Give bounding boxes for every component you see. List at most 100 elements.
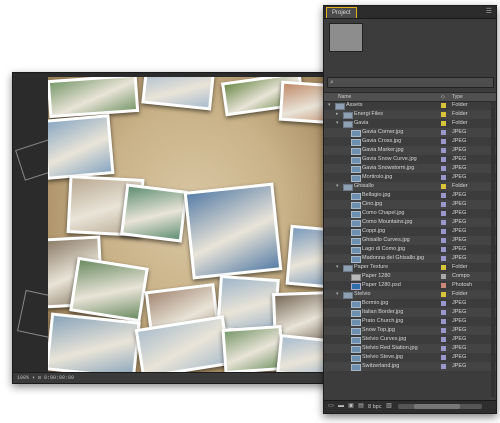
- label-color-swatch[interactable]: [441, 337, 446, 342]
- file-row[interactable]: Coppi.jpg JPEG: [324, 227, 496, 236]
- panel-menu-icon[interactable]: ☰: [486, 7, 492, 17]
- photo-image: [138, 318, 228, 372]
- label-color-swatch[interactable]: [441, 184, 446, 189]
- label-color-swatch[interactable]: [441, 130, 446, 135]
- folder-row[interactable]: ▾ Paper Texture Folder: [324, 263, 496, 272]
- file-row[interactable]: Madonna del Ghisallo.jpg JPEG: [324, 254, 496, 263]
- label-color-swatch[interactable]: [441, 103, 446, 108]
- label-color-swatch[interactable]: [441, 238, 446, 243]
- label-color-swatch[interactable]: [441, 121, 446, 126]
- label-color-swatch[interactable]: [441, 319, 446, 324]
- collage-photo[interactable]: [120, 183, 188, 243]
- disclosure-triangle-icon[interactable]: ▾: [336, 290, 339, 299]
- trash-icon[interactable]: ▥: [385, 403, 393, 410]
- collage-photo[interactable]: [183, 182, 283, 280]
- file-row[interactable]: Gavia Snowstorm.jpg JPEG: [324, 164, 496, 173]
- item-name: Stelvio Red Station.jpg: [362, 345, 418, 351]
- folder-row[interactable]: ▾ Ghisallo Folder: [324, 182, 496, 191]
- file-row[interactable]: Bormio.jpg JPEG: [324, 299, 496, 308]
- item-name: Switzerland.jpg: [362, 363, 400, 369]
- image-file-icon: [351, 175, 361, 182]
- label-color-swatch[interactable]: [441, 364, 446, 369]
- label-color-swatch[interactable]: [441, 148, 446, 153]
- file-row[interactable]: Paper 1280.psd Photosh: [324, 281, 496, 290]
- interpret-footage-icon[interactable]: ▭: [327, 403, 335, 410]
- new-composition-icon[interactable]: ▣: [347, 403, 355, 410]
- scrollbar-thumb[interactable]: [414, 404, 460, 409]
- disclosure-triangle-icon[interactable]: ▾: [336, 182, 339, 191]
- tab-project[interactable]: Project: [326, 7, 357, 18]
- horizontal-scrollbar[interactable]: [398, 404, 482, 409]
- file-row[interactable]: Como Chapel.jpg JPEG: [324, 209, 496, 218]
- item-type: JPEG: [452, 165, 467, 171]
- label-color-swatch[interactable]: [441, 247, 446, 252]
- collage-photo[interactable]: [48, 312, 141, 372]
- composition-canvas[interactable]: [48, 77, 338, 372]
- file-row[interactable]: Snow Top.jpg JPEG: [324, 326, 496, 335]
- label-color-swatch[interactable]: [441, 112, 446, 117]
- disclosure-triangle-icon[interactable]: ▾: [336, 119, 339, 128]
- composition-viewer[interactable]: 100% ▾ ⊡ 0:00:00:00: [12, 72, 338, 384]
- collage-photo[interactable]: [221, 324, 285, 372]
- folder-row[interactable]: ▾ Stelvio Folder: [324, 290, 496, 299]
- file-row[interactable]: Paper 1280 Compo: [324, 272, 496, 281]
- label-color-swatch[interactable]: [441, 265, 446, 270]
- file-row[interactable]: Stelvio Steve.jpg JPEG: [324, 353, 496, 362]
- label-color-swatch[interactable]: [441, 256, 446, 261]
- file-row[interactable]: Gavia Snow Curve.jpg JPEG: [324, 155, 496, 164]
- vertical-scrollbar[interactable]: [491, 101, 495, 397]
- label-color-swatch[interactable]: [441, 157, 446, 162]
- file-row[interactable]: Lago di Como.jpg JPEG: [324, 245, 496, 254]
- label-color-swatch[interactable]: [441, 202, 446, 207]
- folder-row[interactable]: ▸ Energi Files Folder: [324, 110, 496, 119]
- file-row[interactable]: Switzerland.jpg JPEG: [324, 362, 496, 371]
- photo-image: [144, 77, 212, 108]
- collage-photo[interactable]: [48, 77, 140, 119]
- file-row[interactable]: Mortirolo.jpg JPEG: [324, 173, 496, 182]
- photo-image: [123, 186, 185, 240]
- label-color-swatch[interactable]: [441, 355, 446, 360]
- label-color-swatch[interactable]: [441, 328, 446, 333]
- column-name[interactable]: Name: [338, 93, 351, 101]
- folder-row[interactable]: ▾ Assets Folder: [324, 101, 496, 110]
- search-input[interactable]: ⌕: [327, 77, 494, 88]
- file-row[interactable]: Bellagio.jpg JPEG: [324, 191, 496, 200]
- file-row[interactable]: Prato Church.jpg JPEG: [324, 317, 496, 326]
- label-color-swatch[interactable]: [441, 292, 446, 297]
- collage-photo[interactable]: [69, 256, 149, 323]
- collage-photo[interactable]: [48, 114, 115, 180]
- disclosure-triangle-icon[interactable]: ▾: [336, 263, 339, 272]
- file-row[interactable]: Gavia Marker.jpg JPEG: [324, 146, 496, 155]
- column-label-icon[interactable]: ◇: [441, 93, 445, 101]
- folder-row[interactable]: ▾ Gavia Folder: [324, 119, 496, 128]
- label-color-swatch[interactable]: [441, 283, 446, 288]
- file-row[interactable]: Italian Border.jpg JPEG: [324, 308, 496, 317]
- disclosure-triangle-icon[interactable]: ▾: [328, 101, 331, 110]
- label-color-swatch[interactable]: [441, 301, 446, 306]
- label-color-swatch[interactable]: [441, 310, 446, 315]
- label-color-swatch[interactable]: [441, 139, 446, 144]
- composition-icon: [351, 274, 361, 281]
- file-row[interactable]: Ghisallo Curves.jpg JPEG: [324, 236, 496, 245]
- label-color-swatch[interactable]: [441, 274, 446, 279]
- file-row[interactable]: Cino.jpg JPEG: [324, 200, 496, 209]
- file-row[interactable]: Stelvio Red Station.jpg JPEG: [324, 344, 496, 353]
- bit-depth-icon[interactable]: ▤: [357, 403, 365, 410]
- label-color-swatch[interactable]: [441, 229, 446, 234]
- new-folder-icon[interactable]: ▬: [337, 403, 345, 410]
- item-type: JPEG: [452, 219, 467, 225]
- label-color-swatch[interactable]: [441, 193, 446, 198]
- viewer-status-bar: 100% ▾ ⊡ 0:00:00:00: [13, 372, 333, 383]
- file-row[interactable]: Gavia Cross.jpg JPEG: [324, 137, 496, 146]
- label-color-swatch[interactable]: [441, 346, 446, 351]
- disclosure-triangle-icon[interactable]: ▸: [336, 110, 339, 119]
- column-type[interactable]: Type: [452, 93, 463, 101]
- label-color-swatch[interactable]: [441, 175, 446, 180]
- file-row[interactable]: Como Mountains.jpg JPEG: [324, 218, 496, 227]
- bit-depth-label[interactable]: 8 bpc: [368, 401, 381, 413]
- file-row[interactable]: Stelvio Curves.jpg JPEG: [324, 335, 496, 344]
- file-row[interactable]: Gavia Corner.jpg JPEG: [324, 128, 496, 137]
- label-color-swatch[interactable]: [441, 220, 446, 225]
- label-color-swatch[interactable]: [441, 211, 446, 216]
- label-color-swatch[interactable]: [441, 166, 446, 171]
